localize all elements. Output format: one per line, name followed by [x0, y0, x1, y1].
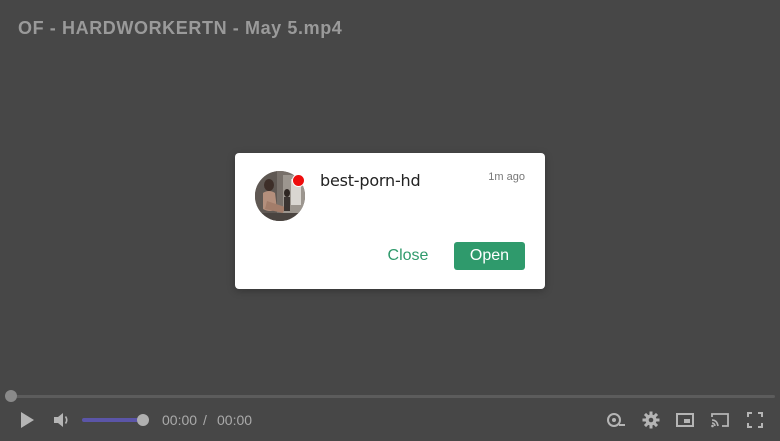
volume-handle[interactable] [137, 414, 149, 426]
cast-button[interactable] [709, 409, 731, 431]
close-button[interactable]: Close [381, 242, 435, 270]
progress-handle[interactable] [5, 390, 17, 402]
volume-icon [53, 412, 71, 428]
cast-icon [711, 412, 729, 428]
notification-popup: best-porn-hd 1m ago Close Open [235, 153, 545, 289]
picture-in-picture-icon [676, 412, 694, 428]
fullscreen-icon [747, 412, 763, 428]
picture-in-picture-button[interactable] [674, 409, 696, 431]
settings-button[interactable] [640, 409, 662, 431]
duration: 00:00 [217, 412, 253, 428]
notification-timestamp: 1m ago [488, 171, 525, 183]
video-player[interactable]: OF - HARDWORKERTN - May 5.mp4 best-porn-… [0, 0, 780, 441]
mute-button[interactable] [51, 409, 73, 431]
settings-icon [642, 411, 660, 429]
online-status-dot [292, 174, 305, 187]
video-title: OF - HARDWORKERTN - May 5.mp4 [18, 18, 343, 38]
play-button[interactable] [16, 409, 38, 431]
open-button[interactable]: Open [454, 242, 525, 270]
play-icon [19, 411, 35, 429]
fullscreen-button[interactable] [744, 409, 766, 431]
progress-bar[interactable] [11, 395, 775, 398]
time-separator: / [203, 412, 207, 428]
notification-sender: best-porn-hd [320, 171, 421, 190]
current-time: 00:00 [162, 412, 198, 428]
speed-icon [606, 412, 626, 428]
volume-slider[interactable] [82, 418, 144, 422]
speed-button[interactable] [605, 409, 627, 431]
